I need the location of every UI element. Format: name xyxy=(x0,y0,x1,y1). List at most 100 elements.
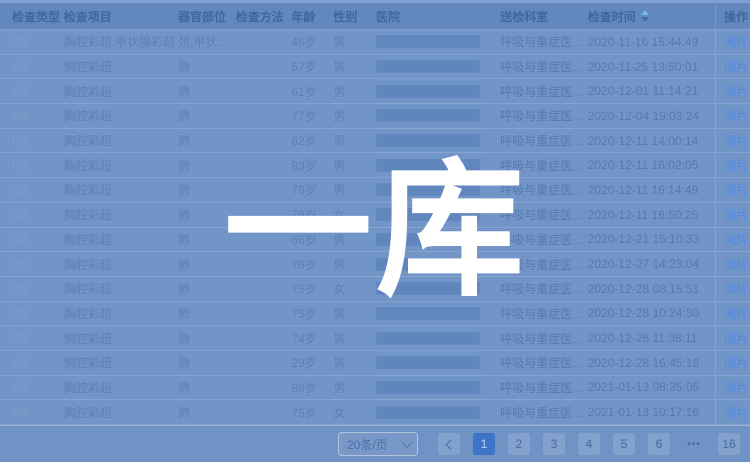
hospital-redacted-block xyxy=(376,381,480,394)
cell-organ-part: 肺 xyxy=(178,354,236,371)
cell-organ-part: 肺 xyxy=(178,157,236,174)
cell-exam-item: 胸腔彩超 xyxy=(64,305,178,322)
cell-age: 74岁 xyxy=(291,330,333,347)
cell-exam-type: US xyxy=(0,208,64,222)
caret-down-icon xyxy=(641,17,649,22)
cell-department: 呼吸与重症医... xyxy=(500,157,588,174)
page-button-5[interactable]: 5 xyxy=(613,433,635,455)
read-film-link[interactable]: 阅片 xyxy=(724,404,748,421)
prev-page-button[interactable] xyxy=(438,433,460,455)
cell-exam-type: US xyxy=(0,405,64,419)
table-row: US胸腔彩超肺57岁男呼吸与重症医...2020-11-25 13:50:01阅… xyxy=(0,55,750,80)
cell-department: 呼吸与重症医... xyxy=(500,354,588,371)
cell-gender: 男 xyxy=(333,58,376,75)
cell-department: 呼吸与重症医... xyxy=(500,280,588,297)
cell-department: 呼吸与重症医... xyxy=(500,404,588,421)
read-film-link[interactable]: 阅片 xyxy=(724,305,748,322)
page-button-3[interactable]: 3 xyxy=(543,433,565,455)
cell-exam-type: US xyxy=(0,134,64,148)
table-row: US胸腔彩超肺62岁男呼吸与重症医...2020-12-11 14:00:14阅… xyxy=(0,129,750,154)
cell-exam-time: 2020-12-01 11:14:21 xyxy=(588,84,715,98)
sort-icon[interactable] xyxy=(641,10,649,22)
hospital-redacted-block xyxy=(376,109,480,122)
cell-department: 呼吸与重症医... xyxy=(500,33,588,50)
cell-exam-item: 胸腔彩超 xyxy=(64,132,178,149)
read-film-link[interactable]: 阅片 xyxy=(724,330,748,347)
hospital-redacted-block xyxy=(376,282,480,295)
page-size-select[interactable]: 20条/页 xyxy=(338,432,418,456)
page-size-label: 20条/页 xyxy=(347,436,388,453)
read-film-link[interactable]: 阅片 xyxy=(724,132,748,149)
page-button-2[interactable]: 2 xyxy=(508,433,530,455)
cell-age: 89岁 xyxy=(291,379,333,396)
column-header-exam_time[interactable]: 检查时间 xyxy=(588,8,715,25)
cell-actions: 阅片 xyxy=(715,326,750,350)
hospital-redacted-block xyxy=(376,406,480,419)
cell-actions: 阅片 xyxy=(715,129,750,153)
read-film-link[interactable]: 阅片 xyxy=(724,58,748,75)
column-header-exam_type: 检查类型 xyxy=(0,8,64,25)
cell-age: 76岁 xyxy=(291,256,333,273)
read-film-link[interactable]: 阅片 xyxy=(724,157,748,174)
read-film-link[interactable]: 阅片 xyxy=(724,206,748,223)
column-label: 检查方法 xyxy=(236,8,284,25)
cell-exam-item: 胸腔彩超 xyxy=(64,231,178,248)
cell-exam-type: US xyxy=(0,331,64,345)
cell-actions: 阅片 xyxy=(715,55,750,79)
read-film-link[interactable]: 阅片 xyxy=(724,181,748,198)
cell-exam-item: 胸腔彩超 xyxy=(64,256,178,273)
page-ellipsis[interactable]: ••• xyxy=(683,433,705,455)
column-header-exam_method: 检查方法 xyxy=(236,8,292,25)
cell-age: 75岁 xyxy=(291,404,333,421)
read-film-link[interactable]: 阅片 xyxy=(724,83,748,100)
cell-organ-part: 肺 xyxy=(178,58,236,75)
cell-department: 呼吸与重症医... xyxy=(500,379,588,396)
cell-exam-item: 胸腔彩超 xyxy=(64,181,178,198)
cell-age: 61岁 xyxy=(291,83,333,100)
read-film-link[interactable]: 阅片 xyxy=(724,33,748,50)
read-film-link[interactable]: 阅片 xyxy=(724,354,748,371)
cell-age: 75岁 xyxy=(291,280,333,297)
read-film-link[interactable]: 阅片 xyxy=(724,256,748,273)
read-film-link[interactable]: 阅片 xyxy=(724,231,748,248)
cell-gender: 男 xyxy=(333,231,376,248)
cell-hospital xyxy=(376,258,500,271)
cell-gender: 男 xyxy=(333,107,376,124)
cell-exam-item: 胸腔彩超 xyxy=(64,404,178,421)
cell-actions: 阅片 xyxy=(715,30,750,54)
cell-exam-time: 2020-12-28 16:45:18 xyxy=(588,356,715,370)
column-label: 器官部位 xyxy=(178,8,226,25)
cell-organ-part: 肺 xyxy=(178,83,236,100)
cell-department: 呼吸与重症医... xyxy=(500,231,588,248)
cell-age: 77岁 xyxy=(291,107,333,124)
column-header-gender: 性别 xyxy=(333,8,376,25)
hospital-redacted-block xyxy=(376,134,480,147)
cell-actions: 阅片 xyxy=(715,228,750,252)
cell-department: 呼吸与重症医... xyxy=(500,330,588,347)
hospital-redacted-block xyxy=(376,85,480,98)
cell-exam-type: US xyxy=(0,183,64,197)
cell-organ-part: 肺 xyxy=(178,256,236,273)
cell-age: 76岁 xyxy=(291,206,333,223)
cell-hospital xyxy=(376,60,500,73)
cell-hospital xyxy=(376,282,500,295)
cell-hospital xyxy=(376,109,500,122)
read-film-link[interactable]: 阅片 xyxy=(724,280,748,297)
cell-exam-time: 2021-01-13 08:35:05 xyxy=(588,380,715,394)
cell-hospital xyxy=(376,183,500,196)
cell-exam-type: US xyxy=(0,232,64,246)
page-button-4[interactable]: 4 xyxy=(578,433,600,455)
cell-exam-item: 胸腔彩超 xyxy=(64,107,178,124)
page-button-6[interactable]: 6 xyxy=(648,433,670,455)
cell-exam-item: 胸腔彩超 xyxy=(64,280,178,297)
cell-exam-time: 2020-11-16 15:44:49 xyxy=(588,35,715,49)
page-button-1[interactable]: 1 xyxy=(473,433,495,455)
cell-exam-type: US xyxy=(0,380,64,394)
cell-hospital xyxy=(376,356,500,369)
read-film-link[interactable]: 阅片 xyxy=(724,379,748,396)
page-button-16[interactable]: 16 xyxy=(718,433,740,455)
caret-up-icon xyxy=(641,10,649,15)
cell-actions: 阅片 xyxy=(715,252,750,276)
read-film-link[interactable]: 阅片 xyxy=(724,107,748,124)
cell-exam-item: 胸腔彩超 xyxy=(64,83,178,100)
